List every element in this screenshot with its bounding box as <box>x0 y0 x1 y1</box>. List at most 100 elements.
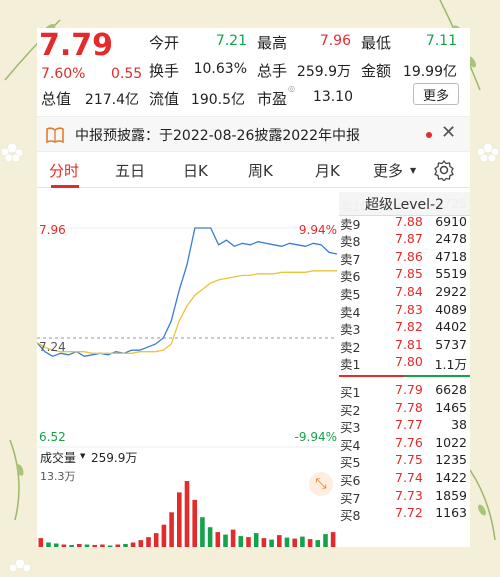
ask-row[interactable]: 卖1 7.80 1.1万 <box>339 354 470 373</box>
order-price: 7.80 <box>395 354 423 370</box>
tab-monthly-k[interactable]: 月K <box>315 160 340 181</box>
volume-chart-svg <box>38 481 336 547</box>
price-high-label: 7.96 <box>39 223 66 237</box>
order-price: 7.78 <box>395 399 423 415</box>
order-price: 7.77 <box>395 417 423 433</box>
volume-bar <box>69 545 74 547</box>
order-price: 7.86 <box>395 248 423 264</box>
stat-value: 10.63% <box>193 61 247 77</box>
stat-label: 总手 <box>257 62 288 80</box>
close-icon[interactable]: ✕ <box>441 122 456 143</box>
tab-five-day[interactable]: 五日 <box>115 160 145 181</box>
volume-bar <box>261 538 267 547</box>
order-level-label: 卖7 <box>340 251 361 267</box>
bid-row[interactable]: 买3 7.77 38 <box>339 417 470 436</box>
settings-gear-icon[interactable] <box>433 159 455 181</box>
ask-row[interactable]: 卖7 7.86 4718 <box>339 248 470 267</box>
ask-row[interactable]: 卖2 7.81 5737 <box>339 337 470 355</box>
tab-weekly-k[interactable]: 周K <box>248 160 273 181</box>
total-value-label: 总值 <box>41 90 72 108</box>
bid-row[interactable]: 买8 7.72 1163 <box>339 505 470 524</box>
change-percent: 7.60% <box>41 66 86 82</box>
volume-bar <box>238 536 244 547</box>
volume-bar <box>223 534 228 547</box>
ask-row[interactable]: 卖3 7.82 4402 <box>339 319 470 338</box>
volume-bar <box>77 544 82 547</box>
price-low-label: 6.52 <box>39 430 66 444</box>
order-price: 7.74 <box>395 470 423 485</box>
order-volume: 1022 <box>435 434 467 450</box>
volume-bar <box>146 537 151 547</box>
order-level-label: 买6 <box>340 473 361 488</box>
stat-value: 7.21 <box>215 33 247 49</box>
notice-bar[interactable]: 中报预披露：于2022-08-26披露2022年中报 ✕ <box>37 116 470 152</box>
order-price: 7.76 <box>395 434 423 450</box>
order-volume: 6628 <box>435 382 467 397</box>
volume-bar <box>230 529 236 547</box>
order-volume: 4089 <box>435 301 467 317</box>
order-volume: 4718 <box>435 248 467 264</box>
order-level-label: 买5 <box>340 455 361 471</box>
ask-row[interactable]: 卖6 7.85 5519 <box>339 266 470 284</box>
volume-bar <box>84 544 90 547</box>
volume-bar <box>53 543 59 547</box>
bid-row[interactable]: 买4 7.76 1022 <box>339 434 470 453</box>
order-price: 7.85 <box>395 266 423 282</box>
order-price: 7.87 <box>395 231 423 247</box>
bid-row[interactable]: 买6 7.74 1422 <box>339 470 470 488</box>
order-level-label: 卖3 <box>340 322 361 338</box>
current-price: 7.79 <box>39 28 114 63</box>
volume-bar <box>46 542 51 547</box>
bid-row[interactable]: 买1 7.79 6628 <box>339 382 470 400</box>
info-icon[interactable]: ◎ <box>288 84 295 93</box>
tab-intraday[interactable]: 分时 <box>49 160 79 181</box>
pct-high-label: 9.94% <box>298 223 337 237</box>
ask-row[interactable]: 卖8 7.87 2478 <box>339 231 470 250</box>
pe-ratio-label: 市盈 <box>257 90 288 108</box>
order-volume: 1859 <box>435 487 467 503</box>
pe-ratio: 13.10 <box>312 89 353 105</box>
order-level-label: 卖4 <box>340 304 361 320</box>
expand-icon[interactable]: ⤡ <box>309 472 333 496</box>
float-value: 190.5亿 <box>190 92 245 108</box>
order-price: 7.83 <box>395 301 423 317</box>
order-level-label: 买7 <box>340 490 361 506</box>
volume-bar <box>292 538 297 547</box>
order-price: 7.73 <box>395 487 423 503</box>
volume-bar <box>246 537 251 547</box>
order-volume: 2478 <box>435 231 467 247</box>
bid-row[interactable]: 买2 7.78 1465 <box>339 399 470 418</box>
bid-row[interactable]: 买5 7.75 1235 <box>339 452 470 471</box>
stat-label: 金额 <box>361 62 392 80</box>
order-volume: 5519 <box>435 266 467 282</box>
caret-down-icon: ▼ <box>80 452 86 460</box>
volume-bar <box>169 512 174 547</box>
order-volume: 1235 <box>435 452 467 468</box>
price-chart-svg <box>37 227 337 448</box>
order-level-label: 卖1 <box>340 357 361 373</box>
order-level-label: 卖8 <box>340 234 361 250</box>
order-level-label: 买3 <box>340 420 361 436</box>
volume-max-label: 13.3万 <box>40 470 76 483</box>
more-stats-button[interactable]: 更多 <box>413 83 459 105</box>
unread-dot <box>426 132 432 138</box>
prev-close-label: 7.24 <box>39 340 66 354</box>
bid-row[interactable]: 买7 7.73 1859 <box>339 487 470 506</box>
level2-banner[interactable]: 超级Level-2 <box>339 192 470 216</box>
volume-bar <box>307 539 313 547</box>
stock-detail-card: 7.79 7.60% 0.55 今开 7.21 最高 7.96 最低 7.11 换手 10.6… <box>37 28 470 547</box>
volume-bar <box>100 544 105 547</box>
order-level-label: 买8 <box>340 508 361 524</box>
order-level-label: 买2 <box>340 402 361 418</box>
volume-bar <box>200 517 205 547</box>
ask-row[interactable]: 卖5 7.84 2922 <box>339 284 470 302</box>
volume-bar <box>38 538 44 547</box>
volume-bar <box>130 542 136 547</box>
volume-selector[interactable]: 成交量 <box>40 449 76 466</box>
tab-daily-k[interactable]: 日K <box>183 160 208 181</box>
tab-more[interactable]: 更多 <box>373 160 403 181</box>
ask-row[interactable]: 卖9 7.88 6910 <box>339 214 470 232</box>
order-price: 7.75 <box>395 452 423 468</box>
volume-bar <box>330 532 336 547</box>
ask-row[interactable]: 卖4 7.83 4089 <box>339 301 470 320</box>
